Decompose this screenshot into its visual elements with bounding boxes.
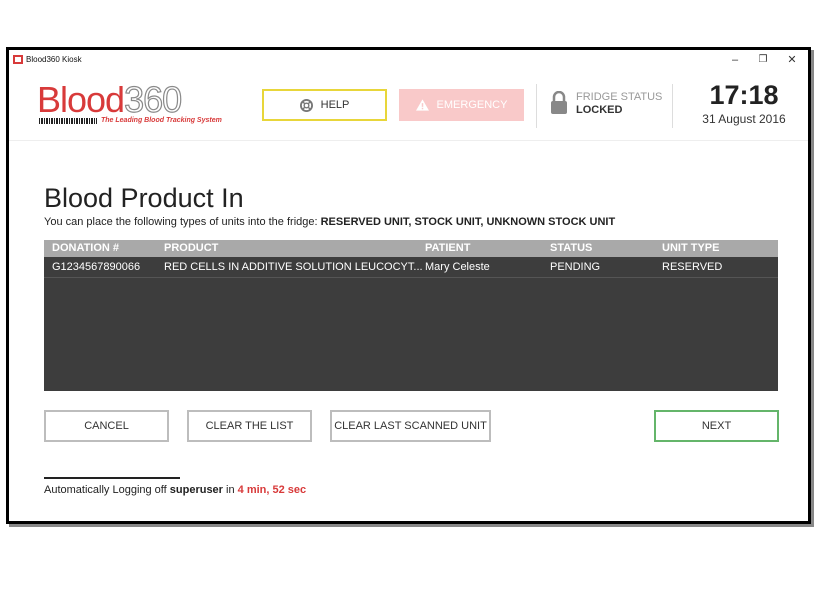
cell-status: PENDING (550, 261, 601, 273)
logoff-in: in (222, 484, 238, 496)
close-button[interactable]: ✕ (778, 52, 806, 68)
column-header-status: STATUS (550, 242, 593, 254)
allowed-unit-types: RESERVED UNIT, STOCK UNIT, UNKNOWN STOCK… (320, 216, 616, 228)
maximize-button[interactable]: ❐ (749, 52, 777, 68)
lock-icon (551, 91, 567, 114)
window-title: Blood360 Kiosk (26, 55, 82, 64)
table-header: DONATION # PRODUCT PATIENT STATUS UNIT T… (44, 240, 778, 257)
help-label: HELP (320, 99, 350, 111)
blood360-app-icon (13, 55, 23, 64)
column-header-unit-type: UNIT TYPE (662, 242, 720, 254)
fridge-status-value: LOCKED (576, 104, 623, 116)
logo-tagline: The Leading Blood Tracking System (101, 117, 222, 124)
cancel-button[interactable]: CANCEL (44, 410, 169, 442)
next-button[interactable]: NEXT (654, 410, 779, 442)
header-divider (672, 84, 673, 128)
logo-360-text: 360 (123, 79, 182, 120)
kiosk-window: Blood360 Kiosk – ❐ ✕ Blood360 The Leadin… (6, 47, 811, 524)
units-table: DONATION # PRODUCT PATIENT STATUS UNIT T… (44, 240, 778, 391)
header-divider (536, 84, 537, 128)
minimize-button[interactable]: – (721, 52, 749, 68)
page-subtitle: You can place the following types of uni… (44, 216, 615, 228)
warning-triangle-icon (415, 99, 429, 111)
blood360-logo: Blood360 The Leading Blood Tracking Syst… (37, 79, 222, 128)
clear-last-scanned-button[interactable]: CLEAR LAST SCANNED UNIT (330, 410, 491, 442)
emergency-button[interactable]: EMERGENCY (399, 89, 524, 121)
page-title: Blood Product In (44, 183, 244, 213)
cell-patient: Mary Celeste (425, 261, 490, 273)
logo-blood-text: Blood (37, 79, 125, 120)
subtitle-prefix: You can place the following types of uni… (44, 216, 321, 228)
auto-logoff-notice: Automatically Logging off superuser in 4… (44, 484, 306, 496)
table-row[interactable]: G1234567890066 RED CELLS IN ADDITIVE SOL… (44, 257, 778, 278)
logoff-prefix: Automatically Logging off (44, 484, 170, 496)
column-header-donation: DONATION # (52, 242, 120, 254)
logoff-countdown-bar (44, 477, 180, 479)
title-bar: Blood360 Kiosk – ❐ ✕ (9, 50, 808, 70)
emergency-label: EMERGENCY (436, 99, 508, 111)
current-time: 17:18 (709, 80, 779, 110)
logoff-time-left: 4 min, 52 sec (237, 484, 307, 496)
cell-donation: G1234567890066 (52, 261, 141, 273)
lifebuoy-icon (299, 98, 313, 112)
logoff-user: superuser (169, 484, 223, 496)
barcode-graphic (39, 118, 97, 124)
header: Blood360 The Leading Blood Tracking Syst… (9, 70, 808, 141)
fridge-status-label: FRIDGE STATUS (576, 91, 663, 103)
clock: 17:18 31 August 2016 (689, 80, 799, 126)
fridge-status: FRIDGE STATUS LOCKED (550, 89, 670, 123)
column-header-product: PRODUCT (164, 242, 219, 254)
cell-product: RED CELLS IN ADDITIVE SOLUTION LEUCOCYT.… (164, 261, 423, 273)
column-header-patient: PATIENT (425, 242, 471, 254)
clear-list-button[interactable]: CLEAR THE LIST (187, 410, 312, 442)
current-date: 31 August 2016 (702, 112, 786, 126)
cell-unit-type: RESERVED (662, 261, 723, 273)
help-button[interactable]: HELP (262, 89, 387, 121)
